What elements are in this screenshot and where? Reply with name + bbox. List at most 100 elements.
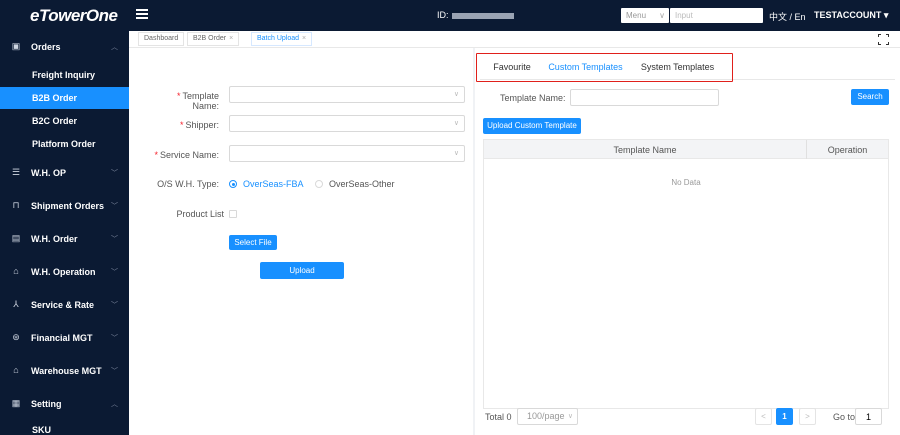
sidebar-item-b2c-order[interactable]: B2C Order (0, 110, 129, 132)
search-button[interactable]: Search (851, 89, 889, 105)
sidebar-item-platform-order[interactable]: Platform Order (0, 133, 129, 155)
account-menu[interactable]: TESTACCOUNT ▾ (814, 10, 888, 21)
sidebar-group-label: Warehouse MGT (31, 366, 102, 376)
template-name-filter-input[interactable] (570, 89, 719, 106)
sidebar-group-wh-order[interactable]: ▤ W.H. Order ﹀ (0, 227, 129, 251)
sidebar-item-sku[interactable]: SKU (0, 419, 129, 435)
shipper-label: * Shipper: (179, 120, 219, 130)
sidebar-item-label: Platform Order (32, 139, 96, 149)
column-header-template-name: Template Name (613, 145, 677, 155)
lock-icon: ⊓ (12, 200, 20, 210)
goto-page-input[interactable] (855, 408, 882, 425)
chevron-down-icon: ∨ (453, 120, 459, 127)
close-icon[interactable]: × (229, 35, 233, 42)
user-id: ID: (437, 10, 514, 20)
chevron-down-icon: ﹀ (111, 203, 118, 210)
prev-page-button[interactable]: < (755, 408, 772, 425)
sidebar: ▣ Orders ︿ Freight Inquiry B2B Order B2C… (0, 31, 129, 435)
sidebar-group-label: Setting (31, 399, 62, 409)
template-name-filter-label: Template Name: (500, 93, 566, 103)
tabs-highlight-box (476, 53, 733, 82)
app-logo: eTowerOne (30, 6, 118, 25)
upload-button[interactable]: Upload (260, 262, 344, 279)
menu-select[interactable]: Menu ∨ (621, 8, 669, 23)
document-icon: ▤ (11, 233, 21, 243)
tab-label: Batch Upload (257, 35, 300, 42)
chevron-down-icon: ﹀ (111, 302, 118, 309)
sidebar-item-label: B2B Order (32, 93, 78, 103)
close-icon[interactable]: × (302, 35, 306, 42)
sidebar-item-label: B2C Order (32, 116, 78, 126)
chevron-down-icon: ∨ (453, 91, 459, 98)
radio-overseas-fba[interactable] (229, 180, 237, 188)
sidebar-group-label: W.H. Order (31, 234, 78, 244)
sidebar-group-orders[interactable]: ▣ Orders ︿ (0, 35, 129, 59)
service-name-select[interactable]: ∨ (229, 145, 465, 162)
fullscreen-icon[interactable] (878, 34, 889, 45)
page-number-button[interactable]: 1 (776, 408, 793, 425)
chevron-down-icon: ﹀ (111, 335, 118, 342)
table-header: Template Name Operation (484, 140, 888, 159)
grid-icon: ▦ (11, 398, 21, 408)
template-name-label: * Template Name: (176, 91, 219, 111)
goto-label: Go to (833, 412, 856, 422)
network-icon: ⅄ (13, 299, 19, 309)
sidebar-group-label: Orders (31, 42, 61, 52)
sidebar-item-freight-inquiry[interactable]: Freight Inquiry (0, 64, 129, 86)
sidebar-group-warehouse-mgt[interactable]: ⌂ Warehouse MGT ﹀ (0, 359, 129, 383)
sidebar-group-service-rate[interactable]: ⅄ Service & Rate ﹀ (0, 293, 129, 317)
tab-label: Dashboard (144, 35, 179, 42)
pagination-total: Total 0 (485, 412, 512, 422)
chevron-up-icon: ︿ (111, 44, 118, 51)
select-file-button[interactable]: Select File (229, 235, 277, 250)
templates-panel: Favourite Custom Templates System Templa… (475, 48, 900, 435)
currency-icon: ⊛ (12, 332, 20, 342)
sidebar-group-label: Service & Rate (31, 300, 95, 310)
app-root: eTowerOne ID: Menu ∨ 中文 / En TESTACCOUNT … (0, 0, 900, 435)
warehouse-icon: ⌂ (13, 266, 19, 276)
chevron-down-icon: ﹀ (111, 236, 118, 243)
page-tabs-bar: Dashboard B2B Order × Batch Upload × (129, 31, 900, 48)
shipper-select[interactable]: ∨ (229, 115, 465, 132)
sidebar-group-shipment-orders[interactable]: ⊓ Shipment Orders ﹀ (0, 194, 129, 218)
user-id-masked (451, 12, 514, 19)
sidebar-group-label: W.H. OP (31, 168, 67, 178)
home-icon: ⌂ (13, 365, 19, 375)
sidebar-group-label: Shipment Orders (31, 201, 105, 211)
template-name-select[interactable]: ∨ (229, 86, 465, 103)
sidebar-group-wh-operation[interactable]: ⌂ W.H. Operation ﹀ (0, 260, 129, 284)
upload-form-panel: * Template Name: ∨ * Shipper: ∨ * Service N… (129, 48, 473, 435)
page-size-select[interactable]: 100/page ∨ (517, 408, 578, 425)
tab-batch-upload[interactable]: Batch Upload × (251, 32, 313, 46)
chevron-down-icon: ∨ (453, 150, 459, 157)
upload-custom-template-button[interactable]: Upload Custom Template (483, 118, 581, 134)
product-list-checkbox[interactable] (229, 210, 237, 218)
sidebar-item-b2b-order[interactable]: B2B Order (0, 87, 129, 109)
sidebar-item-label: Freight Inquiry (32, 70, 95, 80)
radio-label-overseas-other: OverSeas-Other (329, 179, 395, 189)
tab-dashboard[interactable]: Dashboard (138, 32, 185, 46)
column-header-operation: Operation (827, 145, 868, 155)
radio-overseas-other[interactable] (315, 180, 323, 188)
sidebar-group-setting[interactable]: ▦ Setting ︿ (0, 392, 129, 416)
sidebar-group-financial-mgt[interactable]: ⊛ Financial MGT ﹀ (0, 326, 129, 350)
chevron-up-icon: ︿ (111, 401, 118, 408)
menu-select-value: Menu (626, 11, 647, 20)
radio-label-overseas-fba: OverSeas-FBA (243, 179, 304, 189)
os-type-label: O/S W.H. Type: (157, 179, 219, 189)
chevron-down-icon: ﹀ (111, 269, 118, 276)
sidebar-group-label: W.H. Operation (31, 267, 96, 277)
product-list-label: Product List (176, 209, 224, 219)
empty-state-text: No Data (671, 178, 701, 187)
menu-search-input[interactable] (670, 8, 763, 23)
tab-b2b-order[interactable]: B2B Order × (187, 32, 240, 46)
top-bar: eTowerOne ID: Menu ∨ 中文 / En TESTACCOUNT … (0, 0, 900, 31)
sidebar-group-wh-op[interactable]: ☰ W.H. OP ﹀ (0, 161, 129, 185)
menu-toggle-icon[interactable] (136, 9, 148, 21)
chevron-down-icon: ﹀ (111, 170, 118, 177)
templates-table: Template Name Operation No Data (483, 139, 889, 409)
sidebar-item-label: SKU (32, 425, 52, 435)
language-switch[interactable]: 中文 / En (769, 10, 806, 23)
tab-label: B2B Order (193, 35, 227, 42)
next-page-button[interactable]: > (799, 408, 816, 425)
